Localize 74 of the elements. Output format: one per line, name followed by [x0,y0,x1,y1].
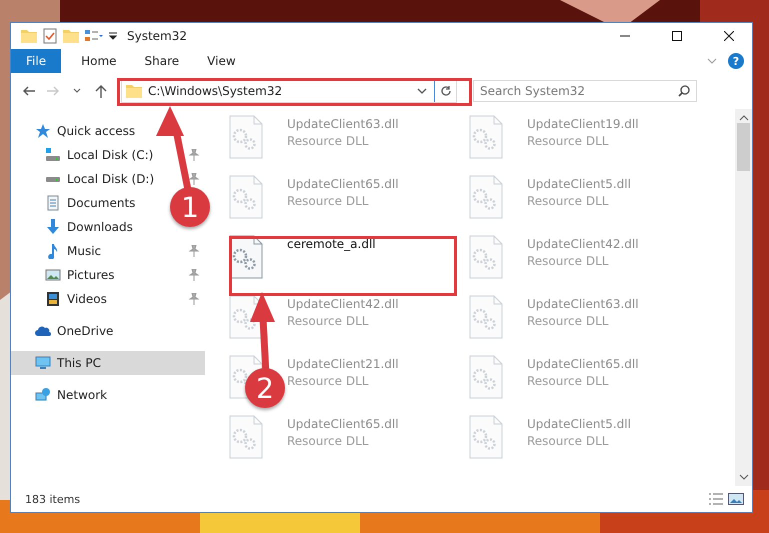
scrollbar[interactable] [735,109,752,486]
file-type: Resource DLL [527,314,608,328]
file-type: Resource DLL [287,194,368,208]
gear-file-icon [469,175,503,219]
search-field[interactable]: Search System32 [473,80,697,102]
file-tab[interactable]: File [11,49,62,73]
sidebar-item[interactable]: Downloads [11,215,139,239]
file-type: Resource DLL [287,134,368,148]
sidebar-item[interactable]: Pictures [11,263,121,287]
large-icons-view-icon[interactable] [728,492,744,506]
file-type: Resource DLL [527,374,608,388]
sidebar-item[interactable]: This PC [11,351,205,375]
file-type: Resource DLL [527,254,608,268]
network-icon [35,387,51,403]
scroll-up-icon[interactable] [738,115,748,121]
minimize-icon [620,35,630,37]
drive-icon [45,147,61,163]
sidebar-item[interactable]: Network [11,383,114,407]
sidebar-item[interactable]: Music [11,239,108,263]
close-icon [724,31,734,41]
gear-file-icon [469,235,503,279]
scroll-down-icon[interactable] [738,474,748,480]
pin-icon[interactable] [189,293,199,305]
ribbon-tab[interactable]: Share [130,49,194,73]
sidebar-item[interactable]: Quick access [11,119,142,143]
gear-file-icon [469,355,503,399]
file-type: Resource DLL [527,194,608,208]
details-view-icon[interactable] [708,492,724,506]
sidebar-item[interactable]: Documents [11,191,142,215]
help-button[interactable]: ? [728,53,744,69]
file-name[interactable]: ceremote_a.dll [287,237,376,251]
refresh-icon [440,85,452,97]
checklist-icon[interactable] [43,28,57,44]
sidebar-item[interactable]: OneDrive [11,319,120,343]
gear-file-icon [469,415,503,459]
dropdown-icon[interactable] [109,32,117,40]
up-arrow-icon [95,84,107,98]
scroll-thumb[interactable] [737,123,750,171]
file-type: Resource DLL [287,314,368,328]
drive-icon [45,176,61,182]
sidebar-item[interactable]: Local Disk (D:) [11,167,160,191]
address-field[interactable]: C:\Windows\System32 [121,79,457,103]
pin-icon[interactable] [189,269,199,281]
gear-file-icon [469,115,503,159]
file-type: Resource DLL [287,434,368,448]
caret-icon [73,88,81,94]
gear-file-icon [229,415,263,459]
folder-icon [126,84,142,98]
ribbon-tab[interactable]: View [193,49,250,73]
file-type: Resource DLL [527,434,608,448]
search-icon [678,85,690,97]
pin-icon[interactable] [189,149,199,161]
download-arrow-icon [45,219,61,235]
pin-icon[interactable] [189,173,199,185]
sidebar-item[interactable]: Videos [11,287,113,311]
folder-icon [21,29,37,43]
properties-icon[interactable] [85,29,103,43]
film-icon [45,291,61,307]
file-type: Resource DLL [287,374,368,388]
sidebar-item[interactable]: Local Disk (C:) [11,143,160,167]
gear-file-icon [229,115,263,159]
maximize-icon [672,31,682,41]
star-icon [35,123,51,139]
ribbon-tab[interactable]: Home [67,49,131,73]
gear-file-icon [469,295,503,339]
file-type: Resource DLL [527,134,608,148]
folder-icon [63,29,79,43]
gear-file-icon [229,175,263,219]
document-icon [45,195,61,211]
pin-icon[interactable] [189,245,199,257]
picture-icon [45,267,61,283]
window-title: System32 [127,29,188,43]
item-count: 183 items [25,492,82,506]
monitor-icon [35,355,51,371]
